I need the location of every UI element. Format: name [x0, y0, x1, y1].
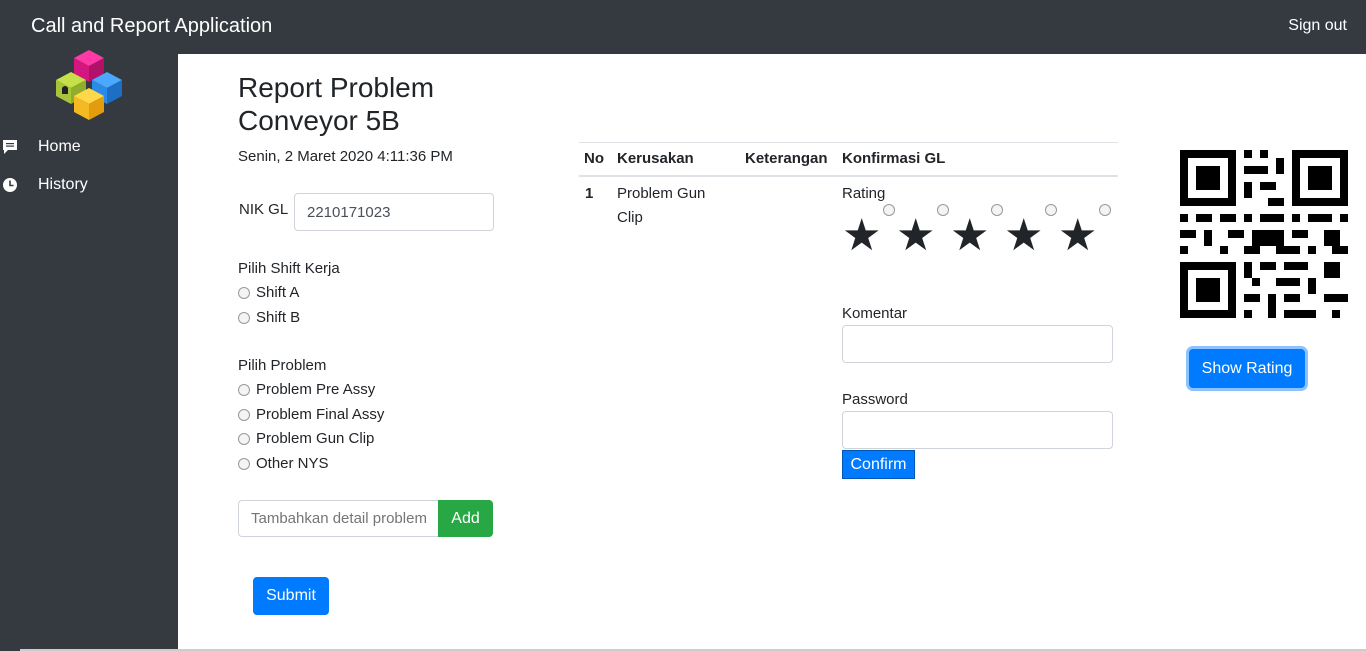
komentar-label: Komentar	[842, 305, 908, 322]
rating-option[interactable]: ★	[950, 204, 1004, 260]
table-cell-kerusakan: Problem Gun	[617, 185, 706, 202]
main-content	[178, 54, 1366, 651]
clock-icon	[3, 178, 17, 192]
rating-option[interactable]: ★	[896, 204, 950, 260]
confirm-button[interactable]: Confirm	[842, 450, 915, 479]
message-icon	[3, 140, 17, 154]
problem-label: Problem Gun Clip	[256, 430, 375, 447]
shift-label: Shift B	[256, 309, 301, 326]
add-button[interactable]: Add	[438, 500, 493, 537]
radio-button[interactable]	[1045, 204, 1057, 216]
password-label: Password	[842, 391, 908, 408]
radio-button[interactable]	[1099, 204, 1111, 216]
table-header-konfirmasi: Konfirmasi GL	[842, 150, 946, 167]
sidebar-item-label: History	[38, 176, 88, 193]
nik-label: NIK GL	[239, 201, 289, 218]
top-navbar: Call and Report Application Sign out	[0, 0, 1366, 54]
star-icon[interactable]: ★	[1004, 214, 1043, 258]
radio-button[interactable]	[238, 458, 250, 470]
rating-option[interactable]: ★	[1004, 204, 1058, 260]
radio-button[interactable]	[238, 384, 250, 396]
radio-button[interactable]	[238, 433, 250, 445]
sign-out-link[interactable]: Sign out	[1288, 17, 1347, 35]
table-header-kerusakan: Kerusakan	[617, 150, 694, 167]
rating-option[interactable]: ★	[842, 204, 896, 260]
radio-button[interactable]	[238, 409, 250, 421]
problem-label: Other NYS	[256, 455, 329, 472]
shift-group-label: Pilih Shift Kerja	[238, 260, 340, 277]
star-icon[interactable]: ★	[1058, 214, 1097, 258]
problem-detail-input[interactable]	[238, 500, 438, 537]
problem-group-label: Pilih Problem	[238, 357, 327, 374]
app-logo	[56, 50, 122, 120]
star-icon[interactable]: ★	[842, 214, 881, 258]
problem-label: Problem Final Assy	[256, 406, 385, 423]
app-title: Call and Report Application	[31, 15, 273, 37]
radio-button[interactable]	[937, 204, 949, 216]
star-rating[interactable]: ★ ★ ★ ★ ★	[842, 204, 1112, 260]
qr-code	[1180, 150, 1348, 318]
sidebar-item-label: Home	[38, 138, 81, 155]
show-rating-button[interactable]: Show Rating	[1189, 349, 1305, 388]
table-header-keterangan: Keterangan	[745, 150, 828, 167]
submit-button[interactable]: Submit	[253, 577, 329, 615]
rating-label: Rating	[842, 185, 886, 202]
report-date: Senin, 2 Maret 2020 4:11:36 PM	[238, 148, 453, 165]
table-cell-kerusakan: Clip	[617, 209, 643, 226]
star-icon[interactable]: ★	[950, 214, 989, 258]
nik-input[interactable]	[294, 193, 494, 231]
sidebar-item-home[interactable]: Home	[0, 136, 178, 160]
sidebar-item-history[interactable]: History	[0, 174, 178, 198]
radio-button[interactable]	[991, 204, 1003, 216]
star-icon[interactable]: ★	[896, 214, 935, 258]
rating-option[interactable]: ★	[1058, 204, 1112, 260]
radio-button[interactable]	[238, 287, 250, 299]
radio-button[interactable]	[883, 204, 895, 216]
table-header-divider	[579, 175, 1118, 177]
shift-label: Shift A	[256, 284, 300, 301]
page-title: Report Problem Conveyor 5B	[238, 72, 435, 136]
table-header-no: No	[584, 150, 604, 167]
komentar-input[interactable]	[842, 325, 1113, 363]
problem-label: Problem Pre Assy	[256, 381, 376, 398]
table-cell-no: 1	[585, 185, 594, 202]
radio-button[interactable]	[238, 312, 250, 324]
table-top-border	[579, 142, 1118, 143]
password-input[interactable]	[842, 411, 1113, 449]
